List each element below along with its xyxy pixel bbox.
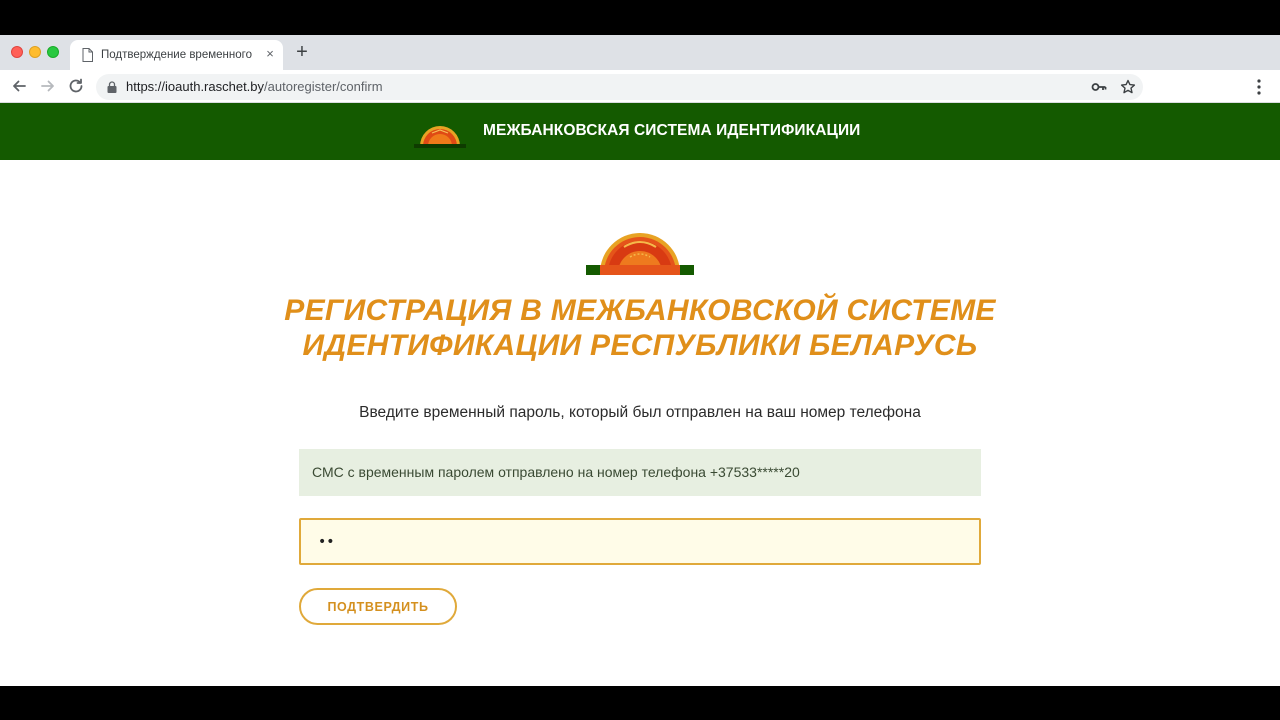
- tab-strip: Подтверждение временного × +: [0, 35, 1280, 70]
- browser-tab[interactable]: Подтверждение временного ×: [70, 40, 283, 70]
- confirm-button[interactable]: ПОДТВЕРДИТЬ: [299, 588, 457, 625]
- forward-arrow-icon[interactable]: [38, 76, 58, 96]
- browser-toolbar: https://ioauth.raschet.by/autoregister/c…: [0, 70, 1280, 103]
- lock-icon: [107, 81, 117, 93]
- back-arrow-icon[interactable]: [9, 76, 29, 96]
- url-host: https://ioauth.raschet.by: [126, 79, 265, 94]
- temporary-password-field[interactable]: [299, 518, 981, 565]
- address-bar[interactable]: https://ioauth.raschet.by/autoregister/c…: [96, 74, 1143, 100]
- letterbox-top: [0, 0, 1280, 35]
- key-icon[interactable]: [1091, 80, 1107, 94]
- reload-icon[interactable]: [66, 76, 86, 96]
- sms-notice: СМС с временным паролем отправлено на но…: [299, 449, 981, 496]
- close-icon[interactable]: ×: [263, 47, 277, 61]
- page-title-line-1: РЕГИСТРАЦИЯ В МЕЖБАНКОВСКОЙ СИСТЕМЕ: [284, 294, 996, 327]
- close-window-button[interactable]: [11, 46, 23, 58]
- zoom-window-button[interactable]: [47, 46, 59, 58]
- document-icon: [82, 48, 93, 62]
- logo-icon[interactable]: [412, 118, 468, 148]
- star-icon[interactable]: [1120, 79, 1136, 95]
- letterbox-bottom: [0, 686, 1280, 720]
- tab-title: Подтверждение временного: [101, 49, 252, 61]
- url-text: https://ioauth.raschet.by/autoregister/c…: [126, 79, 383, 95]
- kebab-menu-icon[interactable]: [1252, 78, 1266, 96]
- browser-window: Подтверждение временного × + https://ioa…: [0, 35, 1280, 686]
- logo-icon: [586, 233, 694, 275]
- minimize-window-button[interactable]: [29, 46, 41, 58]
- page-title-line-2: ИДЕНТИФИКАЦИИ РЕСПУБЛИКИ БЕЛАРУСЬ: [302, 329, 978, 362]
- url-path: /autoregister/confirm: [264, 79, 383, 94]
- sms-notice-text: СМС с временным паролем отправлено на но…: [312, 464, 800, 480]
- site-header: МЕЖБАНКОВСКАЯ СИСТЕМА ИДЕНТИФИКАЦИИ: [0, 103, 1280, 160]
- instruction-text: Введите временный пароль, который был от…: [359, 404, 921, 421]
- header-title: МЕЖБАНКОВСКАЯ СИСТЕМА ИДЕНТИФИКАЦИИ: [483, 122, 861, 139]
- page-title: РЕГИСТРАЦИЯ В МЕЖБАНКОВСКОЙ СИСТЕМЕ ИДЕН…: [240, 293, 1040, 363]
- plus-icon[interactable]: +: [293, 42, 311, 62]
